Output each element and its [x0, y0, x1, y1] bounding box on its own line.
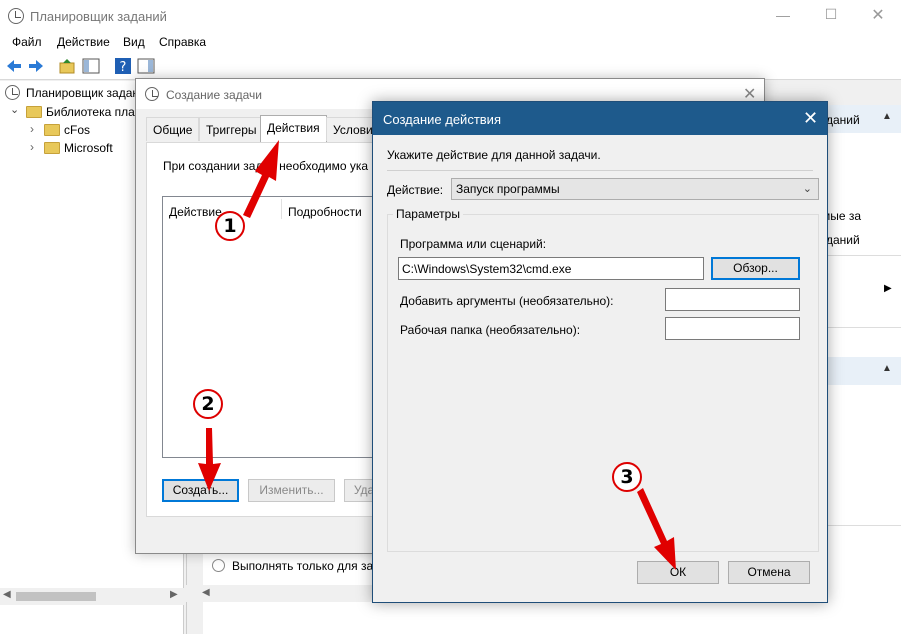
menu-view[interactable]: Вид	[123, 35, 145, 49]
svg-text:?: ?	[120, 60, 127, 75]
task-scheduler-icon	[8, 8, 24, 24]
chevron-right-icon[interactable]: ›	[30, 122, 34, 136]
action-type-value: Запуск программы	[456, 182, 560, 196]
edit-action-button[interactable]: Изменить...	[248, 479, 335, 502]
task-icon	[145, 87, 159, 101]
tree-item-label: Microsoft	[64, 141, 113, 155]
action-type-select[interactable]: Запуск программы ⌄	[451, 178, 819, 200]
tab-triggers[interactable]: Триггеры	[199, 117, 264, 141]
help-icon[interactable]: ?	[114, 57, 132, 75]
program-input[interactable]	[398, 257, 704, 280]
column-action[interactable]: Действие	[169, 205, 222, 219]
pane-horizontal-scrollbar[interactable]: ◀	[186, 585, 372, 602]
up-folder-icon[interactable]	[58, 57, 76, 75]
tree-library-label: Библиотека пла	[46, 105, 135, 119]
actions-description: При создании зад необходимо ука	[163, 159, 369, 173]
create-task-title: Создание задачи	[166, 88, 262, 102]
main-window-title: Планировщик заданий	[30, 9, 167, 24]
collapse-icon[interactable]: ▲	[882, 111, 892, 122]
back-icon[interactable]	[5, 57, 23, 75]
step-2-badge: 2	[193, 389, 223, 419]
create-action-dialog: Создание действия ✕ Укажите действие для…	[372, 101, 828, 603]
folder-icon	[44, 142, 60, 154]
program-label: Программа или сценарий:	[400, 237, 547, 251]
minimize-icon[interactable]: —	[768, 7, 798, 23]
arguments-label: Добавить аргументы (необязательно):	[400, 294, 614, 308]
folder-icon	[44, 124, 60, 136]
close-icon[interactable]: ✕	[863, 5, 893, 25]
tree-horizontal-scrollbar[interactable]: ◀ ▶	[0, 588, 184, 605]
close-icon[interactable]: ✕	[803, 108, 818, 129]
divider	[822, 255, 901, 256]
main-title-bar: Планировщик заданий — ☐ ✕	[0, 0, 901, 32]
separator	[387, 170, 813, 171]
maximize-icon[interactable]: ☐	[816, 6, 846, 23]
folder-icon	[26, 106, 42, 118]
run-option-label: Выполнять только для зар	[232, 559, 380, 573]
forward-icon[interactable]	[27, 57, 45, 75]
menu-help[interactable]: Справка	[159, 35, 206, 49]
menu-action[interactable]: Действие	[57, 35, 110, 49]
radio-run-logged-on[interactable]	[212, 559, 225, 572]
tab-actions[interactable]: Действия	[260, 115, 327, 143]
create-action-title-bar: Создание действия ✕	[373, 102, 827, 135]
column-details[interactable]: Подробности	[288, 205, 362, 219]
submenu-arrow-icon[interactable]: ▶	[884, 283, 892, 294]
column-divider	[281, 199, 282, 219]
working-folder-input[interactable]	[665, 317, 800, 340]
cancel-button[interactable]: Отмена	[728, 561, 810, 584]
actions-item[interactable]: даний	[826, 233, 860, 247]
create-action-button[interactable]: Создать...	[162, 479, 239, 502]
action-type-label: Действие:	[387, 183, 444, 197]
ok-button[interactable]: ОК	[637, 561, 719, 584]
menu-bar: Файл Действие Вид Справка	[0, 32, 901, 53]
tree-item-label: cFos	[64, 123, 91, 137]
chevron-down-icon[interactable]: ⌄	[803, 179, 812, 199]
parameters-label: Параметры	[393, 207, 463, 221]
tree-root-label: Планировщик заданий	[26, 86, 153, 100]
scroll-right-icon[interactable]: ▶	[170, 589, 178, 600]
create-action-title: Создание действия	[383, 112, 501, 127]
collapse-icon[interactable]: ▲	[882, 363, 892, 374]
tab-general[interactable]: Общие	[146, 117, 200, 141]
divider	[822, 525, 901, 526]
browse-button[interactable]: Обзор...	[711, 257, 800, 280]
step-1-badge: 1	[215, 211, 245, 241]
chevron-down-icon[interactable]: ⌄	[10, 103, 19, 116]
toolbar: ?	[0, 53, 901, 80]
working-folder-label: Рабочая папка (необязательно):	[400, 323, 581, 337]
arguments-input[interactable]	[665, 288, 800, 311]
action-prompt: Укажите действие для данной задачи.	[387, 148, 601, 162]
actions-header-text: даний	[826, 113, 860, 127]
show-tree-icon[interactable]	[82, 57, 100, 75]
step-3-badge: 3	[612, 462, 642, 492]
scheduler-icon	[5, 85, 20, 100]
scroll-left-icon[interactable]: ◀	[202, 587, 210, 598]
scroll-left-icon[interactable]: ◀	[3, 589, 11, 600]
divider	[822, 327, 901, 328]
show-actions-icon[interactable]	[137, 57, 155, 75]
scroll-thumb[interactable]	[16, 592, 96, 601]
menu-file[interactable]: Файл	[12, 35, 42, 49]
chevron-right-icon[interactable]: ›	[30, 140, 34, 154]
